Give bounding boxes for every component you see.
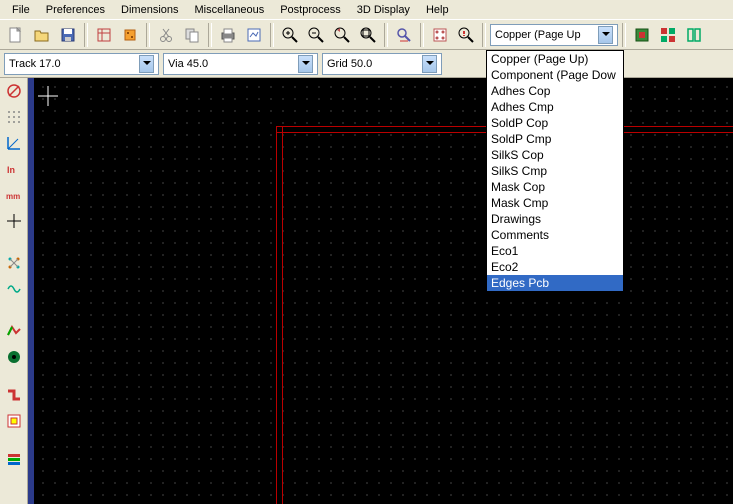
drc-icon[interactable]	[454, 23, 478, 47]
layer-option[interactable]: Adhes Cmp	[487, 99, 623, 115]
chevron-down-icon[interactable]	[598, 26, 613, 44]
show-zones-icon[interactable]	[3, 320, 25, 342]
layer-option[interactable]: SoldP Cop	[487, 115, 623, 131]
layer-option[interactable]: Drawings	[487, 211, 623, 227]
layer-dropdown[interactable]: Copper (Page Up) Component (Page Dow Adh…	[486, 50, 624, 292]
menu-3d-display[interactable]: 3D Display	[349, 2, 418, 18]
mode-zone-icon[interactable]	[682, 23, 706, 47]
chevron-down-icon[interactable]	[139, 55, 154, 73]
save-icon[interactable]	[56, 23, 80, 47]
zoom-out-icon[interactable]	[304, 23, 328, 47]
menu-postprocess[interactable]: Postprocess	[272, 2, 349, 18]
grid-dots	[34, 78, 733, 504]
find-icon[interactable]	[392, 23, 416, 47]
separator	[208, 23, 212, 47]
menu-miscellaneous[interactable]: Miscellaneous	[187, 2, 273, 18]
chevron-down-icon[interactable]	[298, 55, 313, 73]
menu-help[interactable]: Help	[418, 2, 457, 18]
netlist-icon[interactable]	[428, 23, 452, 47]
separator	[482, 23, 486, 47]
zoom-fit-icon[interactable]	[356, 23, 380, 47]
track-fill-icon[interactable]	[3, 384, 25, 406]
separator	[622, 23, 626, 47]
menu-dimensions[interactable]: Dimensions	[113, 2, 186, 18]
svg-text:In: In	[7, 165, 15, 175]
layers-icon[interactable]	[3, 448, 25, 470]
layer-option[interactable]: Copper (Page Up)	[487, 51, 623, 67]
print-icon[interactable]	[216, 23, 240, 47]
layer-option[interactable]: SilkS Cmp	[487, 163, 623, 179]
layer-option[interactable]: Eco1	[487, 243, 623, 259]
pad-fill-icon[interactable]	[3, 346, 25, 368]
main-toolbar: Copper (Page Up	[0, 20, 733, 50]
zoom-in-icon[interactable]	[278, 23, 302, 47]
plot-icon[interactable]	[242, 23, 266, 47]
grid-combo-value: Grid 50.0	[327, 58, 372, 70]
layer-option[interactable]: Mask Cmp	[487, 195, 623, 211]
zoom-redraw-icon[interactable]	[330, 23, 354, 47]
svg-text:mm: mm	[6, 192, 20, 201]
units-mm-icon[interactable]: mm	[3, 184, 25, 206]
ratsnest-icon[interactable]	[3, 252, 25, 274]
menu-preferences[interactable]: Preferences	[38, 2, 113, 18]
track-combo-value: Track 17.0	[9, 58, 61, 70]
module-icon[interactable]	[118, 23, 142, 47]
cut-icon[interactable]	[154, 23, 178, 47]
units-in-icon[interactable]: In	[3, 158, 25, 180]
layer-option[interactable]: Adhes Cop	[487, 83, 623, 99]
layer-combo-value: Copper (Page Up	[495, 29, 581, 41]
mode-footprint-icon[interactable]	[630, 23, 654, 47]
layer-combo[interactable]: Copper (Page Up	[490, 24, 618, 46]
new-icon[interactable]	[4, 23, 28, 47]
copy-icon[interactable]	[180, 23, 204, 47]
separator	[384, 23, 388, 47]
chevron-down-icon[interactable]	[422, 55, 437, 73]
layer-option[interactable]: Component (Page Dow	[487, 67, 623, 83]
menu-file[interactable]: File	[4, 2, 38, 18]
open-icon[interactable]	[30, 23, 54, 47]
polar-icon[interactable]	[3, 132, 25, 154]
grid-combo[interactable]: Grid 50.0	[322, 53, 442, 75]
pcb-canvas[interactable]	[28, 78, 733, 504]
layer-option-selected[interactable]: Edges Pcb	[487, 275, 623, 291]
grid-icon[interactable]	[3, 106, 25, 128]
track-combo[interactable]: Track 17.0	[4, 53, 159, 75]
cursor-shape-icon[interactable]	[3, 210, 25, 232]
layer-option[interactable]: Eco2	[487, 259, 623, 275]
contrast-icon[interactable]	[3, 410, 25, 432]
auto-del-track-icon[interactable]	[3, 278, 25, 300]
layer-option[interactable]: SilkS Cop	[487, 147, 623, 163]
layer-option[interactable]: Mask Cop	[487, 179, 623, 195]
via-combo-value: Via 45.0	[168, 58, 208, 70]
mode-track-icon[interactable]	[656, 23, 680, 47]
separator	[146, 23, 150, 47]
left-toolbar: In mm	[0, 78, 28, 504]
via-combo[interactable]: Via 45.0	[163, 53, 318, 75]
menu-bar: File Preferences Dimensions Miscellaneou…	[0, 0, 733, 20]
sheet-icon[interactable]	[92, 23, 116, 47]
separator	[270, 23, 274, 47]
board-edge-left	[276, 126, 277, 504]
layer-option[interactable]: SoldP Cmp	[487, 131, 623, 147]
layer-option[interactable]: Comments	[487, 227, 623, 243]
crosshair	[38, 86, 58, 106]
separator	[84, 23, 88, 47]
drc-off-icon[interactable]	[3, 80, 25, 102]
separator	[420, 23, 424, 47]
